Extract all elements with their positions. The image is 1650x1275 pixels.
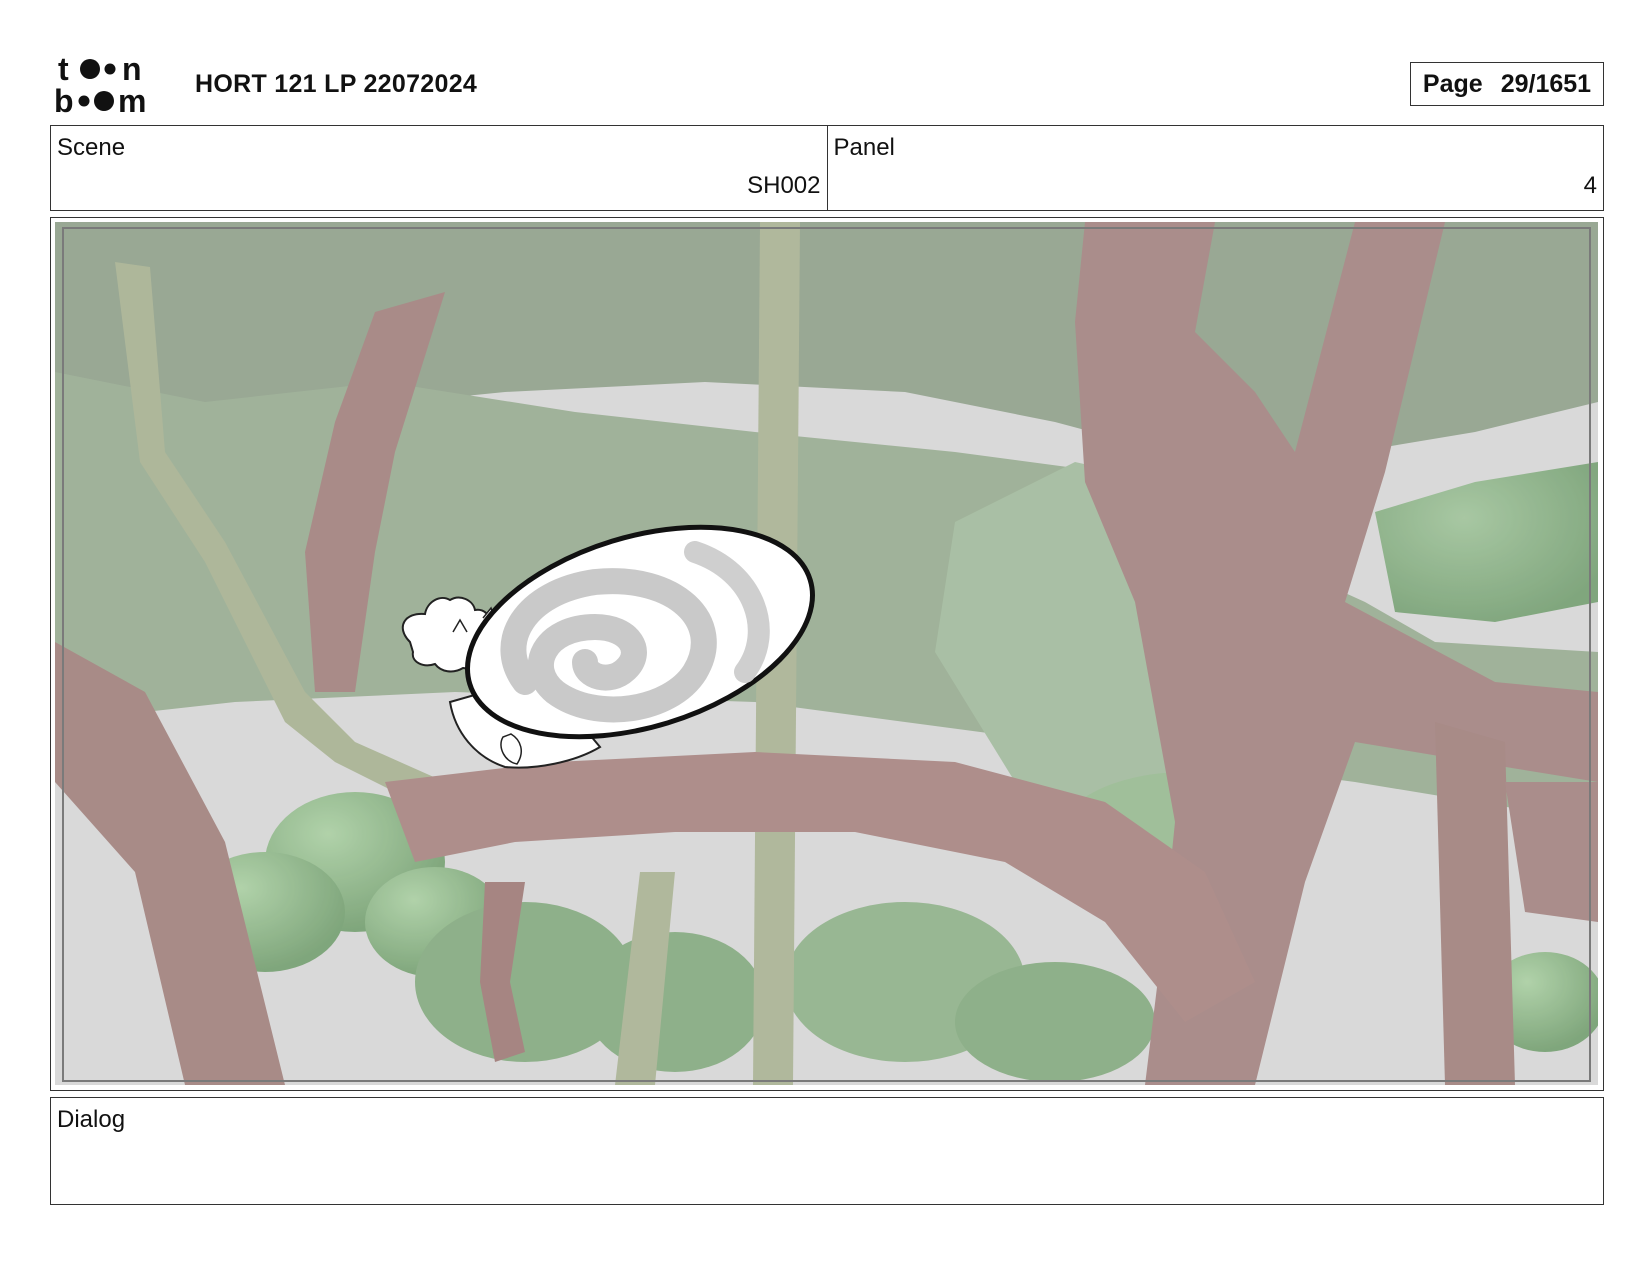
dialog-label: Dialog — [57, 1106, 126, 1133]
scene-value: SH002 — [747, 172, 821, 199]
svg-text:b: b — [54, 83, 74, 116]
page-indicator: Page 29/1651 — [1410, 62, 1604, 106]
scene-cell: Scene SH002 — [51, 126, 827, 210]
svg-text:n: n — [122, 52, 142, 87]
svg-text:t: t — [58, 52, 69, 87]
svg-text:m: m — [118, 83, 146, 116]
scene-label: Scene — [57, 134, 126, 161]
panel-cell: Panel 4 — [826, 126, 1604, 210]
page-number: 29/1651 — [1500, 69, 1592, 98]
storyboard-panel-frame — [50, 217, 1604, 1091]
dialog-box: Dialog — [50, 1097, 1604, 1205]
panel-value: 4 — [1583, 172, 1597, 199]
storyboard-panel-image — [55, 222, 1598, 1085]
page-label: Page — [1422, 69, 1483, 98]
panel-label: Panel — [833, 134, 895, 161]
document-title: HORT 121 LP 22072024 — [195, 70, 478, 98]
scene-panel-row: Scene SH002 Panel 4 — [50, 125, 1604, 211]
toon-boom-logo: t n b m — [54, 52, 146, 116]
